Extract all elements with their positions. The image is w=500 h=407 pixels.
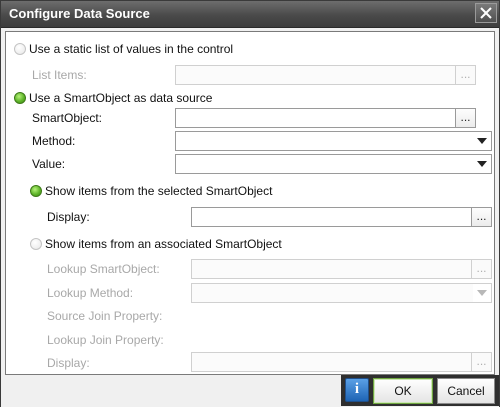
content-panel: Use a static list of values in the contr… — [5, 31, 495, 375]
smartobject-source-radio[interactable] — [14, 92, 26, 104]
close-button[interactable] — [475, 3, 497, 23]
associated-smartobject-radio[interactable] — [30, 238, 42, 250]
display-field[interactable]: ... — [191, 207, 492, 227]
chevron-down-icon — [477, 290, 487, 296]
method-label: Method: — [32, 134, 76, 148]
lookup-smartobject-browse-button[interactable]: ... — [471, 260, 491, 278]
smartobject-field[interactable]: ... — [175, 108, 476, 128]
info-button[interactable]: i — [345, 378, 369, 402]
chevron-down-icon — [477, 138, 487, 144]
dialog-title: Configure Data Source — [9, 6, 150, 21]
display-label: Display: — [47, 210, 90, 224]
cancel-button[interactable]: Cancel — [437, 378, 495, 404]
value-dropdown-button[interactable] — [473, 155, 491, 173]
lookup-display-label: Display: — [47, 356, 90, 370]
display-browse-button[interactable]: ... — [471, 208, 491, 226]
lookup-smartobject-label: Lookup SmartObject: — [47, 262, 160, 276]
chevron-down-icon — [477, 161, 487, 167]
static-list-radio[interactable] — [14, 43, 26, 55]
method-select[interactable] — [175, 131, 492, 151]
lookup-join-label: Lookup Join Property: — [47, 333, 164, 347]
selected-smartobject-radio[interactable] — [30, 185, 42, 197]
lookup-method-dropdown-button[interactable] — [473, 284, 491, 302]
lookup-display-browse-button[interactable]: ... — [471, 353, 491, 371]
source-join-label: Source Join Property: — [47, 309, 163, 323]
list-items-label: List Items: — [32, 68, 87, 82]
configure-data-source-dialog: Configure Data Source Use a static list … — [0, 0, 500, 407]
ok-button[interactable]: OK — [373, 378, 433, 404]
list-items-field[interactable]: ... — [175, 65, 476, 85]
value-label: Value: — [32, 157, 66, 171]
lookup-method-select[interactable] — [191, 283, 492, 303]
lookup-method-label: Lookup Method: — [47, 286, 134, 300]
list-items-browse-button[interactable]: ... — [455, 66, 475, 84]
method-dropdown-button[interactable] — [473, 132, 491, 150]
associated-smartobject-label: Show items from an associated SmartObjec… — [45, 237, 282, 251]
lookup-display-field[interactable]: ... — [191, 352, 492, 372]
title-bar: Configure Data Source — [1, 1, 499, 28]
value-select[interactable] — [175, 154, 492, 174]
info-icon: i — [354, 381, 360, 397]
smartobject-browse-button[interactable]: ... — [455, 109, 475, 127]
smartobject-source-label: Use a SmartObject as data source — [29, 91, 213, 105]
close-icon — [480, 7, 492, 19]
lookup-smartobject-field[interactable]: ... — [191, 259, 492, 279]
selected-smartobject-label: Show items from the selected SmartObject — [45, 184, 273, 198]
static-list-label: Use a static list of values in the contr… — [29, 42, 234, 56]
smartobject-label: SmartObject: — [32, 111, 103, 125]
